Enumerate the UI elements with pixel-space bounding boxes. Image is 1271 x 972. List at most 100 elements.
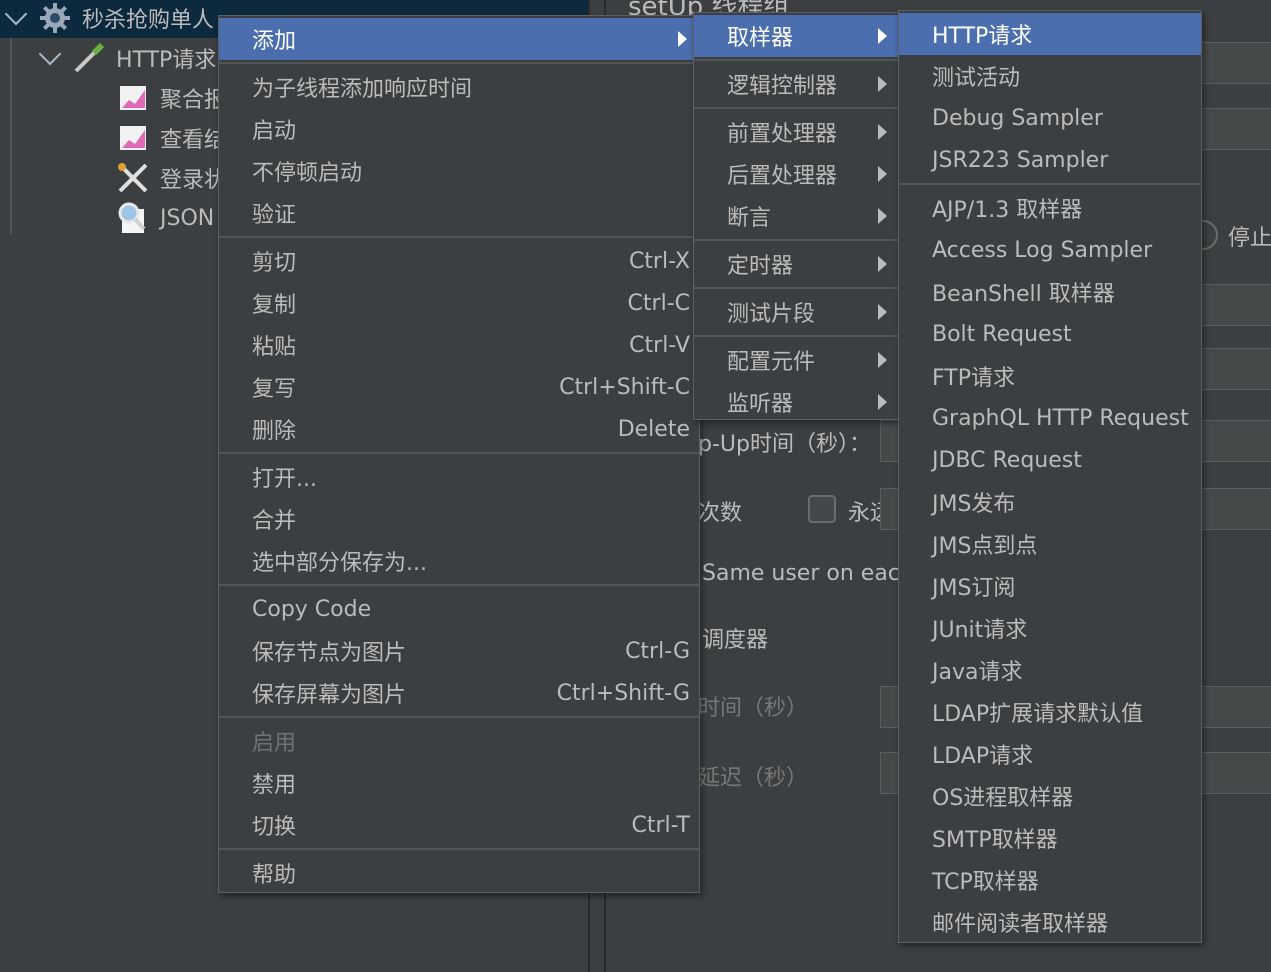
menu-item[interactable]: 剪切 Ctrl-X — [219, 240, 699, 282]
menu-item[interactable]: 启动 — [219, 108, 699, 150]
menu-item[interactable]: 不停顿启动 — [219, 150, 699, 192]
menu-item-shortcut: Ctrl-V — [629, 332, 690, 358]
menu-item[interactable]: GraphQL HTTP Request — [899, 397, 1201, 439]
menu-item[interactable]: AJP/1.3 取样器 — [899, 187, 1201, 229]
menu-item[interactable]: LDAP扩展请求默认值 — [899, 691, 1201, 733]
menu-item[interactable]: 合并 — [219, 498, 699, 540]
menu-item[interactable]: Bolt Request — [899, 313, 1201, 355]
menu-item-label: 取样器 — [727, 26, 794, 51]
menu-item-label: 验证 — [252, 203, 297, 228]
menu-item-label: 启动 — [252, 119, 297, 144]
menu-item[interactable]: 禁用 — [219, 762, 699, 804]
menu-item-label: JDBC Request — [932, 447, 1082, 473]
menu-item-label: 复制 — [252, 293, 297, 318]
menu-item[interactable]: 后置处理器 — [694, 153, 899, 195]
menu-item[interactable]: 打开... — [219, 456, 699, 498]
menu-item[interactable]: LDAP请求 — [899, 733, 1201, 775]
menu-item[interactable]: JMS订阅 — [899, 565, 1201, 607]
menu-separator — [694, 239, 899, 241]
tree-node-label: 聚合报 — [160, 88, 227, 113]
menu-item[interactable]: 保存屏幕为图片 Ctrl+Shift-G — [219, 672, 699, 714]
menu-item[interactable]: BeanShell 取样器 — [899, 271, 1201, 313]
menu-item[interactable]: 删除 Delete — [219, 408, 699, 450]
tree-node-http-request[interactable]: HTTP请求 — [38, 38, 216, 78]
menu-item[interactable]: 粘贴 Ctrl-V — [219, 324, 699, 366]
menu-item[interactable]: JMS发布 — [899, 481, 1201, 523]
menu-item-label: 后置处理器 — [727, 164, 838, 189]
menu-item[interactable]: 复制 Ctrl-C — [219, 282, 699, 324]
menu-item[interactable]: 逻辑控制器 — [694, 63, 899, 105]
menu-item[interactable]: 邮件阅读者取样器 — [899, 901, 1201, 943]
stop-label: 停止 — [1228, 226, 1271, 251]
menu-item-shortcut: Ctrl-X — [628, 248, 690, 274]
menu-item[interactable]: FTP请求 — [899, 355, 1201, 397]
menu-item[interactable]: 测试片段 — [694, 291, 899, 333]
menu-item[interactable]: Access Log Sampler — [899, 229, 1201, 271]
menu-separator — [694, 335, 899, 337]
menu-item[interactable]: 验证 — [219, 192, 699, 234]
menu-item-label: 启用 — [252, 731, 297, 756]
rampup-label: p-Up时间（秒）： — [698, 432, 871, 457]
menu-item-label: FTP请求 — [932, 366, 1015, 391]
menu-item-label: JUnit请求 — [932, 618, 1028, 643]
chevron-down-icon[interactable] — [38, 42, 62, 66]
menu-item[interactable]: 配置元件 — [694, 339, 899, 381]
menu-item[interactable]: 保存节点为图片 Ctrl-G — [219, 630, 699, 672]
menu-item-label: LDAP请求 — [932, 744, 1034, 769]
menu-item-label: HTTP请求 — [932, 24, 1033, 49]
menu-item-label: 测试活动 — [932, 66, 1021, 91]
submenu-arrow-icon — [878, 124, 887, 140]
forever-checkbox[interactable] — [808, 495, 836, 523]
menu-item-label: 前置处理器 — [727, 122, 838, 147]
menu-item[interactable]: 添加 — [219, 18, 699, 60]
tree-node-json[interactable]: JSON — [116, 198, 214, 238]
menu-item[interactable]: JDBC Request — [899, 439, 1201, 481]
menu-item[interactable]: 为子线程添加响应时间 — [219, 66, 699, 108]
menu-item-label: 剪切 — [252, 251, 297, 276]
menu-item[interactable]: JSR223 Sampler — [899, 139, 1201, 181]
menu-separator — [899, 183, 1201, 185]
menu-separator — [694, 107, 899, 109]
chevron-down-icon[interactable] — [4, 2, 28, 26]
menu-item-label: 配置元件 — [727, 350, 816, 375]
menu-item[interactable]: 定时器 — [694, 243, 899, 285]
tree-node-login-status[interactable]: 登录状 — [116, 158, 226, 198]
submenu-arrow-icon — [878, 256, 887, 272]
menu-item[interactable]: HTTP请求 — [899, 13, 1201, 55]
menu-item[interactable]: 断言 — [694, 195, 899, 237]
tree-node-aggregate-report[interactable]: 聚合报 — [116, 78, 226, 118]
menu-item-label: 禁用 — [252, 773, 297, 798]
menu-separator — [219, 848, 699, 850]
submenu-arrow-icon — [878, 166, 887, 182]
menu-item-label: Java请求 — [932, 660, 1023, 685]
submenu-arrow-icon — [878, 352, 887, 368]
menu-item-shortcut: Ctrl+Shift-C — [559, 374, 690, 400]
menu-separator — [219, 62, 699, 64]
menu-item[interactable]: 测试活动 — [899, 55, 1201, 97]
menu-item[interactable]: 复写 Ctrl+Shift-C — [219, 366, 699, 408]
menu-item[interactable]: 帮助 — [219, 852, 699, 894]
menu-item-shortcut: Ctrl-T — [631, 812, 690, 838]
menu-item[interactable]: Debug Sampler — [899, 97, 1201, 139]
delay-label: 延迟（秒） — [698, 766, 809, 791]
menu-item[interactable]: 切换 Ctrl-T — [219, 804, 699, 846]
menu-item-label: 邮件阅读者取样器 — [932, 912, 1109, 937]
menu-item-label: OS进程取样器 — [932, 786, 1074, 811]
menu-item[interactable]: 选中部分保存为... — [219, 540, 699, 582]
menu-item[interactable]: OS进程取样器 — [899, 775, 1201, 817]
menu-item-label: Debug Sampler — [932, 105, 1103, 131]
menu-item[interactable]: 监听器 — [694, 381, 899, 423]
menu-item[interactable]: TCP取样器 — [899, 859, 1201, 901]
menu-item[interactable]: SMTP取样器 — [899, 817, 1201, 859]
menu-item-label: 选中部分保存为... — [252, 551, 427, 576]
menu-item[interactable]: 前置处理器 — [694, 111, 899, 153]
menu-item[interactable]: Java请求 — [899, 649, 1201, 691]
menu-item[interactable]: Copy Code — [219, 588, 699, 630]
menu-item[interactable]: JMS点到点 — [899, 523, 1201, 565]
menu-separator — [219, 716, 699, 718]
menu-item[interactable]: 取样器 — [694, 15, 899, 57]
menu-item[interactable]: JUnit请求 — [899, 607, 1201, 649]
menu-item-label: 保存节点为图片 — [252, 641, 407, 666]
menu-item-label: 断言 — [727, 206, 772, 231]
tree-node-view-results[interactable]: 查看结 — [116, 118, 226, 158]
